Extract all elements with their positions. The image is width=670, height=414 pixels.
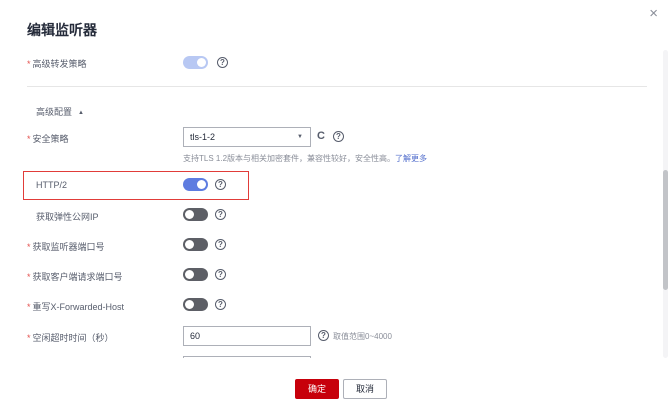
get-client-port-label: * 获取客户端请求端口号 — [27, 272, 123, 282]
rewrite-xfh-label: * 重写X-Forwarded-Host — [27, 302, 125, 312]
help-icon[interactable]: ? — [215, 299, 226, 310]
toggle-knob — [197, 180, 206, 189]
scroll-thumb[interactable] — [663, 170, 668, 290]
toggle-knob — [185, 240, 194, 249]
dialog-footer: 确定 取消 — [0, 372, 670, 414]
get-client-port-toggle[interactable] — [183, 268, 208, 281]
help-icon[interactable]: ? — [215, 179, 226, 190]
chevron-down-icon: ▼ — [297, 134, 303, 140]
security-policy-hint: 支持TLS 1.2版本与相关加密套件，兼容性较好，安全性高。了解更多 — [183, 154, 428, 163]
help-icon[interactable]: ? — [215, 269, 226, 280]
idle-timeout-hint: 取值范围0~4000 — [333, 332, 392, 341]
help-icon[interactable]: ? — [217, 57, 228, 68]
help-icon[interactable]: ? — [215, 239, 226, 250]
close-icon[interactable]: × — [649, 6, 658, 21]
security-policy-select[interactable]: tls-1-2 ▼ — [183, 127, 311, 147]
toggle-knob — [185, 210, 194, 219]
advanced-config-label: 高级配置 — [36, 107, 73, 117]
security-policy-value: tls-1-2 — [190, 132, 216, 142]
scrollbar[interactable] — [663, 50, 668, 358]
http2-toggle[interactable] — [183, 178, 208, 191]
get-listener-port-label: * 获取监听器端口号 — [27, 242, 105, 252]
dialog-title: 编辑监听器 — [27, 22, 97, 38]
help-icon[interactable]: ? — [318, 330, 329, 341]
idle-timeout-input[interactable]: 60 — [183, 326, 311, 346]
security-policy-label: * 安全策略 — [27, 134, 69, 144]
learn-more-link[interactable]: 了解更多 — [395, 154, 427, 163]
http2-label: HTTP/2 — [36, 180, 68, 190]
refresh-icon[interactable]: C — [317, 130, 325, 142]
get-eip-toggle[interactable] — [183, 208, 208, 221]
toggle-knob — [197, 58, 206, 67]
help-icon[interactable]: ? — [333, 131, 344, 142]
divider — [27, 86, 647, 87]
caret-up-icon: ▲ — [78, 110, 84, 116]
get-eip-label: 获取弹性公网IP — [36, 212, 99, 222]
edit-listener-dialog: 编辑监听器 × * 高级转发策略 ? 高级配置 ▲ * 安全策略 tls-1-2 ▼ … — [0, 0, 670, 414]
advanced-forwarding-toggle[interactable] — [183, 56, 208, 69]
toggle-knob — [185, 270, 194, 279]
cancel-button[interactable]: 取消 — [343, 379, 387, 399]
rewrite-xfh-toggle[interactable] — [183, 298, 208, 311]
scroll-mask — [0, 358, 660, 372]
advanced-forwarding-label: * 高级转发策略 — [27, 59, 87, 69]
help-icon[interactable]: ? — [215, 209, 226, 220]
idle-timeout-label: * 空闲超时时间（秒） — [27, 333, 114, 343]
advanced-config-collapse[interactable]: 高级配置 ▲ — [36, 105, 84, 118]
ok-button[interactable]: 确定 — [295, 379, 339, 399]
get-listener-port-toggle[interactable] — [183, 238, 208, 251]
toggle-knob — [185, 300, 194, 309]
required-star: * — [27, 59, 31, 69]
